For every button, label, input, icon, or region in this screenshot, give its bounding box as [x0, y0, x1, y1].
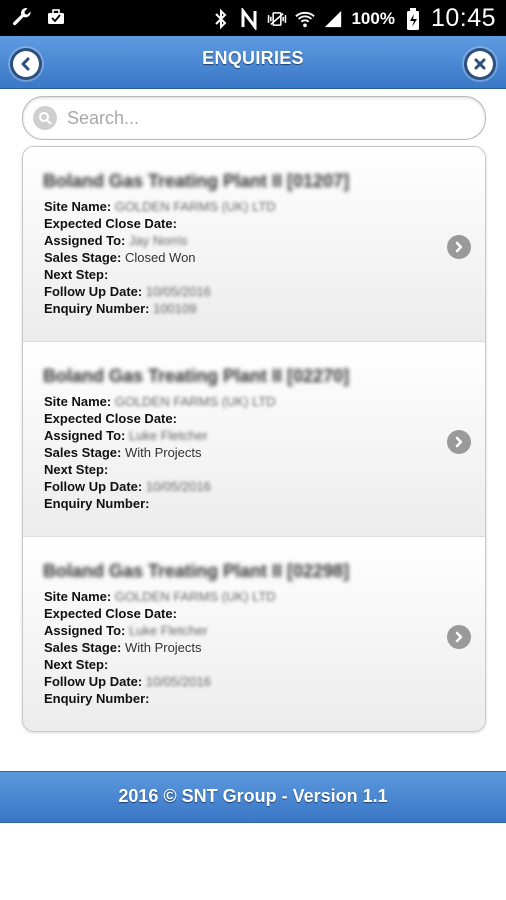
chevron-right-icon[interactable]: [447, 235, 471, 259]
assigned-to-label: Assigned To:: [44, 428, 126, 443]
enquiry-title: Boland Gas Treating Plant II [02270]: [43, 366, 350, 386]
chevron-right-icon[interactable]: [447, 625, 471, 649]
enquiry-number-value: 100109: [153, 301, 197, 316]
assigned-to-label: Assigned To:: [44, 233, 126, 248]
enquiry-list: Boland Gas Treating Plant II [01207] Sit…: [22, 146, 486, 732]
follow-up-date-value: 10/05/2016: [145, 284, 211, 299]
footer-text: 2016 © SNT Group - Version 1.1: [118, 786, 388, 806]
clock: 10:45: [430, 4, 496, 32]
wrench-icon: [12, 6, 32, 28]
enquiry-title: Boland Gas Treating Plant II [01207]: [43, 171, 350, 191]
app-header: ENQUIRIES: [0, 36, 506, 89]
chevron-right-icon[interactable]: [447, 430, 471, 454]
site-name-label: Site Name:: [44, 394, 112, 409]
expected-close-date-label: Expected Close Date:: [44, 411, 177, 426]
enquiry-number-label: Enquiry Number:: [44, 691, 150, 706]
search-icon: [33, 106, 57, 130]
signal-icon: [323, 8, 343, 30]
vibrate-icon: [267, 8, 287, 30]
battery-icon: [403, 7, 423, 30]
site-name-value: GOLDEN FARMS (UK) LTD: [114, 394, 276, 409]
assigned-to-value: Luke Fletcher: [129, 428, 208, 443]
expected-close-date-label: Expected Close Date:: [44, 216, 177, 231]
assigned-to-label: Assigned To:: [44, 623, 126, 638]
enquiry-title: Boland Gas Treating Plant II [02298]: [43, 561, 350, 581]
follow-up-date-label: Follow Up Date:: [44, 479, 143, 494]
close-icon: [474, 58, 486, 70]
page-title: ENQUIRIES: [202, 48, 304, 68]
briefcase-icon: [46, 6, 66, 28]
follow-up-date-label: Follow Up Date:: [44, 284, 143, 299]
expected-close-date-label: Expected Close Date:: [44, 606, 177, 621]
app-footer: 2016 © SNT Group - Version 1.1: [0, 771, 506, 823]
sales-stage-label: Sales Stage:: [44, 445, 122, 460]
search-box[interactable]: [22, 96, 486, 140]
bluetooth-icon: [211, 8, 231, 30]
sales-stage-label: Sales Stage:: [44, 640, 122, 655]
sales-stage-value: Closed Won: [124, 250, 196, 265]
enquiry-item[interactable]: Boland Gas Treating Plant II [02270] Sit…: [23, 342, 485, 537]
assigned-to-value: Luke Fletcher: [129, 623, 208, 638]
follow-up-date-label: Follow Up Date:: [44, 674, 143, 689]
enquiry-number-label: Enquiry Number:: [44, 496, 150, 511]
battery-percent: 100%: [351, 8, 395, 28]
site-name-value: GOLDEN FARMS (UK) LTD: [114, 199, 276, 214]
follow-up-date-value: 10/05/2016: [145, 479, 211, 494]
sales-stage-value: With Projects: [124, 640, 202, 655]
next-step-label: Next Step:: [44, 657, 109, 672]
next-step-label: Next Step:: [44, 462, 109, 477]
enquiry-number-label: Enquiry Number:: [44, 301, 150, 316]
next-step-label: Next Step:: [44, 267, 109, 282]
nfc-icon: [239, 7, 259, 30]
follow-up-date-value: 10/05/2016: [145, 674, 211, 689]
sales-stage-value: With Projects: [124, 445, 202, 460]
enquiry-item[interactable]: Boland Gas Treating Plant II [01207] Sit…: [23, 147, 485, 342]
assigned-to-value: Jay Norris: [129, 233, 188, 248]
status-bar: 100% 10:45: [0, 0, 506, 36]
site-name-label: Site Name:: [44, 589, 112, 604]
enquiry-item[interactable]: Boland Gas Treating Plant II [02298] Sit…: [23, 537, 485, 731]
search-input[interactable]: [65, 105, 469, 131]
close-button[interactable]: [464, 48, 496, 80]
sales-stage-label: Sales Stage:: [44, 250, 122, 265]
site-name-label: Site Name:: [44, 199, 112, 214]
wifi-icon: [295, 8, 316, 30]
site-name-value: GOLDEN FARMS (UK) LTD: [114, 589, 276, 604]
